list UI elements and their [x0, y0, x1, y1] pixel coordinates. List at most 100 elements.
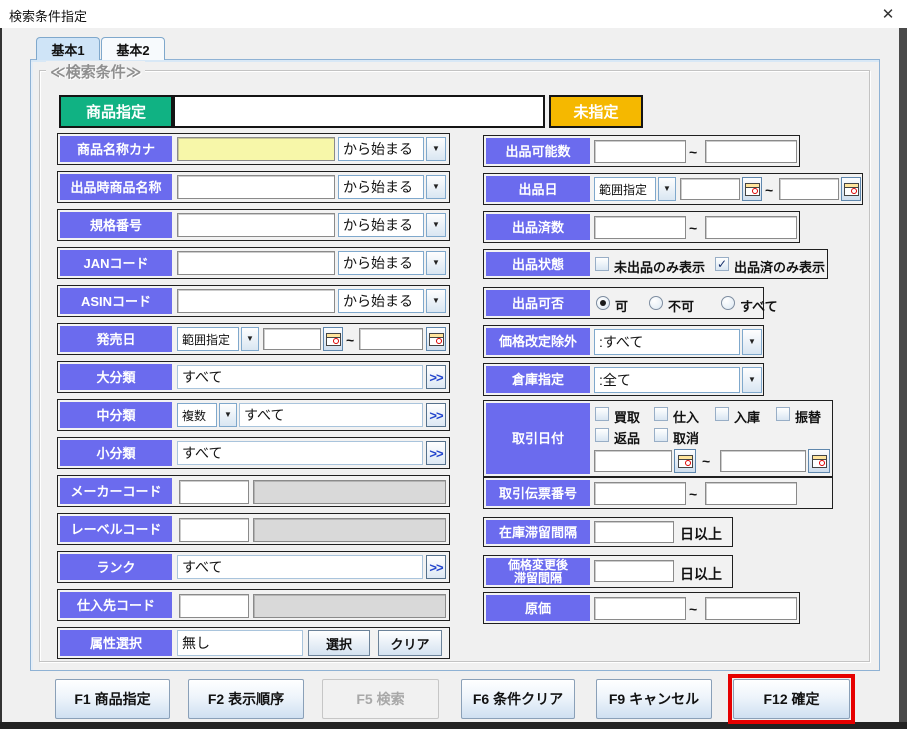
- category-middle-more-button[interactable]: >>: [426, 403, 446, 427]
- listing-date-to-calendar-button[interactable]: [841, 177, 861, 201]
- f12-confirm-button[interactable]: F12 確定: [733, 679, 850, 719]
- release-date-to-input[interactable]: [359, 328, 423, 350]
- category-large-more-button[interactable]: >>: [426, 365, 446, 389]
- f1-product-specify-button[interactable]: F1 商品指定: [55, 679, 170, 719]
- unlisted-only-checkbox[interactable]: [595, 257, 609, 271]
- product-specify-button[interactable]: 商品指定: [59, 95, 173, 128]
- transaction-kaitori-checkbox[interactable]: [595, 407, 609, 421]
- listing-name-match-select[interactable]: から始まる: [338, 175, 424, 199]
- close-button[interactable]: ✕: [876, 3, 900, 25]
- transaction-henpin-checkbox[interactable]: [595, 428, 609, 442]
- listing-date-mode-dropdown-button[interactable]: ▼: [658, 177, 676, 201]
- listing-date-to-input[interactable]: [779, 178, 839, 200]
- jan-code-input[interactable]: [177, 251, 335, 275]
- transaction-date-from-calendar-button[interactable]: [674, 449, 696, 473]
- listable-no-radio[interactable]: [649, 296, 663, 310]
- cost-to-input[interactable]: [705, 597, 797, 620]
- category-middle-multi-select[interactable]: 複数: [177, 403, 217, 427]
- tab-basic2[interactable]: 基本2: [101, 37, 165, 60]
- stock-stagnation-input[interactable]: [594, 521, 674, 543]
- label-code-input[interactable]: [179, 518, 249, 542]
- product-specify-input[interactable]: [173, 95, 545, 128]
- attribute-select-button[interactable]: 選択: [308, 630, 370, 656]
- standard-number-input[interactable]: [177, 213, 335, 237]
- release-date-mode-dropdown-button[interactable]: ▼: [241, 327, 259, 351]
- product-name-kana-input[interactable]: [177, 137, 335, 161]
- asin-code-input[interactable]: [177, 289, 335, 313]
- listing-product-name-input[interactable]: [177, 175, 335, 199]
- supplier-code-input[interactable]: [179, 594, 249, 618]
- field-label: 仕入先コード: [60, 592, 172, 618]
- attribute-clear-button[interactable]: クリア: [378, 630, 442, 656]
- transaction-nyuko-checkbox[interactable]: [715, 407, 729, 421]
- warehouse-select[interactable]: :全て: [594, 367, 740, 393]
- cost-from-input[interactable]: [594, 597, 686, 620]
- row-warehouse: 倉庫指定 :全て ▼: [483, 363, 764, 396]
- field-label: 大分類: [60, 364, 172, 390]
- radio-label: 不可: [668, 296, 694, 315]
- standard-number-match-dropdown-button[interactable]: ▼: [426, 213, 446, 237]
- category-large-value[interactable]: すべて: [177, 365, 423, 389]
- transaction-date-to-calendar-button[interactable]: [808, 449, 830, 473]
- listable-yes-radio[interactable]: [596, 296, 610, 310]
- transaction-torikeshi-checkbox[interactable]: [654, 428, 668, 442]
- listable-all-radio[interactable]: [721, 296, 735, 310]
- transaction-furikae-checkbox[interactable]: [776, 407, 790, 421]
- row-listing-product-name: 出品時商品名称 から始まる ▼: [57, 171, 450, 203]
- tab-basic1[interactable]: 基本1: [36, 37, 100, 60]
- warehouse-dropdown-button[interactable]: ▼: [742, 367, 762, 393]
- f2-display-order-button[interactable]: F2 表示順序: [188, 679, 304, 719]
- category-middle-multi-dropdown-button[interactable]: ▼: [219, 403, 237, 427]
- unspecified-button[interactable]: 未指定: [549, 95, 643, 128]
- field-label: 取引日付: [486, 403, 590, 474]
- field-label: 出品可能数: [486, 138, 590, 164]
- listing-date-from-calendar-button[interactable]: [742, 177, 762, 201]
- release-date-from-input[interactable]: [263, 328, 321, 350]
- transaction-no-to-input[interactable]: [705, 482, 797, 505]
- jan-code-match-dropdown-button[interactable]: ▼: [426, 251, 446, 275]
- category-small-value[interactable]: すべて: [177, 441, 423, 465]
- kana-match-select[interactable]: から始まる: [338, 137, 424, 161]
- f6-condition-clear-button[interactable]: F6 条件クリア: [461, 679, 575, 719]
- row-label-code: レーベルコード: [57, 513, 450, 545]
- sellable-qty-from-input[interactable]: [594, 140, 686, 163]
- rank-more-button[interactable]: >>: [426, 555, 446, 579]
- f9-cancel-button[interactable]: F9 キャンセル: [596, 679, 712, 719]
- listing-name-match-dropdown-button[interactable]: ▼: [426, 175, 446, 199]
- category-small-more-button[interactable]: >>: [426, 441, 446, 465]
- maker-code-input[interactable]: [179, 480, 249, 504]
- category-middle-value[interactable]: すべて: [239, 403, 423, 427]
- sellable-qty-to-input[interactable]: [705, 140, 797, 163]
- price-revision-exclude-dropdown-button[interactable]: ▼: [742, 329, 762, 355]
- price-revision-exclude-select[interactable]: :すべて: [594, 329, 740, 355]
- jan-code-match-select[interactable]: から始まる: [338, 251, 424, 275]
- field-label: 出品時商品名称: [60, 174, 172, 200]
- checkbox-label: 返品: [614, 428, 640, 447]
- release-date-from-calendar-button[interactable]: [323, 327, 343, 351]
- transaction-no-from-input[interactable]: [594, 482, 686, 505]
- asin-code-match-select[interactable]: から始まる: [338, 289, 424, 313]
- price-change-stagnation-input[interactable]: [594, 560, 674, 582]
- listed-qty-to-input[interactable]: [705, 216, 797, 239]
- transaction-date-to-input[interactable]: [720, 450, 806, 472]
- close-icon: ✕: [882, 5, 895, 23]
- rank-value[interactable]: すべて: [177, 555, 423, 579]
- row-transaction-date: 取引日付 買取 仕入 入庫 振替 返品 取消 ~: [483, 400, 833, 477]
- listed-only-checkbox[interactable]: ✓: [715, 257, 729, 271]
- standard-number-match-select[interactable]: から始まる: [338, 213, 424, 237]
- row-listing-state: 出品状態 未出品のみ表示 ✓ 出品済のみ表示: [483, 249, 828, 279]
- release-date-mode-select[interactable]: 範囲指定: [177, 327, 239, 351]
- checkbox-label: 未出品のみ表示: [614, 257, 705, 276]
- calendar-icon: [745, 183, 760, 196]
- listing-date-mode-select[interactable]: 範囲指定: [594, 177, 656, 201]
- field-label: 価格改定除外: [486, 328, 590, 355]
- kana-match-dropdown-button[interactable]: ▼: [426, 137, 446, 161]
- listing-date-from-input[interactable]: [680, 178, 740, 200]
- transaction-shiire-checkbox[interactable]: [654, 407, 668, 421]
- asin-code-match-dropdown-button[interactable]: ▼: [426, 289, 446, 313]
- transaction-date-from-input[interactable]: [594, 450, 672, 472]
- release-date-to-calendar-button[interactable]: [426, 327, 446, 351]
- field-label: メーカーコード: [60, 478, 172, 504]
- listed-qty-from-input[interactable]: [594, 216, 686, 239]
- tab-label: 基本1: [51, 40, 84, 59]
